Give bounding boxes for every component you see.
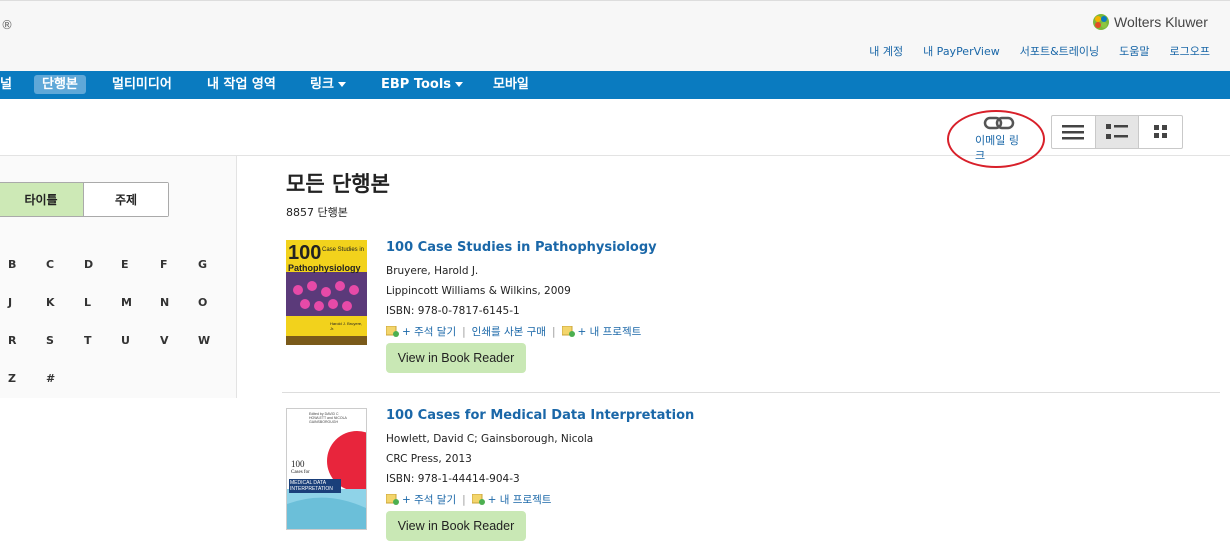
cover-number: 100 <box>288 242 322 264</box>
annotate-icon <box>385 325 399 337</box>
book-isbn: ISBN: 978-1-44414-904-3 <box>386 473 520 485</box>
annotation-circle <box>947 110 1045 168</box>
grid-icon <box>1153 125 1167 138</box>
nav-label: 단행본 <box>34 75 86 94</box>
page-title: 모든 단행본 <box>286 172 390 196</box>
annotate-link[interactable]: + 주석 달기 <box>402 324 456 339</box>
book-title-link[interactable]: 100 Cases for Medical Data Interpretatio… <box>386 408 694 423</box>
nav-label: 멀티미디어 <box>112 77 172 92</box>
alphabet-letter[interactable]: J <box>8 296 12 309</box>
cover-author: Harold J. Bruyere, Jr. <box>330 321 363 331</box>
alphabet-letter[interactable]: E <box>121 258 129 271</box>
nav-label: 링크 <box>310 77 334 92</box>
nav-item-journals[interactable]: 널 <box>0 71 12 99</box>
my-project-link[interactable]: + 내 프로젝트 <box>578 324 642 339</box>
nav-item-multimedia[interactable]: 멀티미디어 <box>112 71 172 99</box>
logout-link[interactable]: 로그오프 <box>1170 43 1210 59</box>
book-cover[interactable]: Edited by DAVID C HOWLETT and NICOLA GAI… <box>286 408 367 530</box>
detail-list-icon <box>1106 124 1128 139</box>
alphabet-letter[interactable]: Z <box>8 372 16 385</box>
detail-view-button[interactable] <box>1095 116 1140 148</box>
wolters-kluwer-logo[interactable]: Wolters Kluwer <box>1092 13 1208 31</box>
alphabet-letter[interactable]: S <box>46 334 54 347</box>
alphabet-letter[interactable]: M <box>121 296 132 309</box>
book-publisher: CRC Press, 2013 <box>386 453 472 465</box>
annotate-icon <box>385 493 399 505</box>
my-payperview-link[interactable]: 내 PayPerView <box>923 43 1000 59</box>
cover-title: MEDICAL DATA INTERPRETATION <box>289 479 341 493</box>
cover-subtitle: Cases for <box>291 470 310 475</box>
wk-logo-icon <box>1093 14 1109 30</box>
book-isbn: ISBN: 978-0-7817-6145-1 <box>386 305 520 317</box>
nav-item-books[interactable]: 단행본 <box>34 71 86 99</box>
help-link[interactable]: 도움말 <box>1119 43 1149 59</box>
toggle-title[interactable]: 타이틀 <box>0 183 84 216</box>
nav-label: 널 <box>0 77 12 92</box>
nav-item-ebp-tools[interactable]: EBP Tools <box>381 71 464 99</box>
alphabet-letter[interactable]: F <box>160 258 168 271</box>
buy-print-link[interactable]: 인쇄를 사본 구매 <box>472 324 546 339</box>
alphabet-letter[interactable]: T <box>84 334 92 347</box>
list-view-button[interactable] <box>1052 116 1096 148</box>
grid-view-button[interactable] <box>1139 116 1182 148</box>
alphabet-letter[interactable]: C <box>46 258 54 271</box>
alphabet-letter[interactable]: O <box>198 296 207 309</box>
project-icon <box>471 493 485 505</box>
nav-label: EBP Tools <box>381 77 452 92</box>
top-header: ® Wolters Kluwer 내 계정 내 PayPerView 서포트&트… <box>0 0 1230 72</box>
nav-label: 내 작업 영역 <box>207 77 276 92</box>
support-training-link[interactable]: 서포트&트레이닝 <box>1020 43 1099 59</box>
divider <box>282 392 1220 393</box>
annotate-link[interactable]: + 주석 달기 <box>402 492 456 507</box>
project-icon <box>561 325 575 337</box>
book-title-link[interactable]: 100 Case Studies in Pathophysiology <box>386 240 657 255</box>
cover-number: 100 <box>291 459 305 469</box>
book-author: Howlett, David C; Gainsborough, Nicola <box>386 433 594 445</box>
alphabet-letter[interactable]: G <box>198 258 207 271</box>
alphabet-letter[interactable]: L <box>84 296 91 309</box>
book-actions: + 주석 달기 | 인쇄를 사본 구매 | + 내 프로젝트 <box>385 324 642 339</box>
user-links: 내 계정 내 PayPerView 서포트&트레이닝 도움말 로그오프 <box>869 43 1210 59</box>
cover-subtitle: Case Studies in <box>322 247 365 253</box>
alphabet-letter[interactable]: N <box>160 296 169 309</box>
alphabet-letter[interactable]: U <box>121 334 130 347</box>
nav-item-links[interactable]: 링크 <box>310 71 346 99</box>
separator: | <box>462 493 466 506</box>
registered-mark: ® <box>1 18 13 32</box>
alphabet-letter[interactable]: V <box>160 334 169 347</box>
view-in-book-reader-button[interactable]: View in Book Reader <box>386 343 526 373</box>
nav-item-workspace[interactable]: 내 작업 영역 <box>207 71 276 99</box>
toggle-subject[interactable]: 주제 <box>84 183 168 216</box>
cover-editors: Edited by DAVID C HOWLETT and NICOLA GAI… <box>309 412 347 424</box>
book-publisher: Lippincott Williams & Wilkins, 2009 <box>386 285 571 297</box>
nav-label: 모바일 <box>493 77 529 92</box>
view-toggle-group <box>1051 115 1183 149</box>
alphabet-letter[interactable]: W <box>198 334 210 347</box>
toolbar <box>0 99 1230 156</box>
separator: | <box>551 325 556 338</box>
list-icon <box>1062 125 1085 140</box>
separator: | <box>462 325 466 338</box>
book-actions: + 주석 달기 | + 내 프로젝트 <box>385 492 552 507</box>
browse-toggle: 타이틀 주제 <box>0 182 169 217</box>
cover-title: Pathophysiology <box>288 263 361 273</box>
book-cover[interactable]: 100 Case Studies in Pathophysiology Haro… <box>286 240 367 345</box>
book-author: Bruyere, Harold J. <box>386 265 479 277</box>
view-in-book-reader-button[interactable]: View in Book Reader <box>386 511 526 541</box>
main-nav: 널 단행본 멀티미디어 내 작업 영역 링크 EBP Tools 모바일 <box>0 71 1230 99</box>
alphabet-letter[interactable]: K <box>46 296 55 309</box>
result-count: 8857 단행본 <box>286 206 348 219</box>
my-account-link[interactable]: 내 계정 <box>869 43 903 59</box>
alphabet-letter[interactable]: B <box>8 258 16 271</box>
alphabet-letter[interactable]: # <box>46 372 55 385</box>
chevron-down-icon <box>455 82 464 87</box>
nav-item-mobile[interactable]: 모바일 <box>493 71 529 99</box>
chevron-down-icon <box>337 82 346 87</box>
my-project-link[interactable]: + 내 프로젝트 <box>488 492 552 507</box>
logo-text: Wolters Kluwer <box>1114 14 1208 30</box>
alphabet-letter[interactable]: R <box>8 334 16 347</box>
alphabet-letter[interactable]: D <box>84 258 93 271</box>
